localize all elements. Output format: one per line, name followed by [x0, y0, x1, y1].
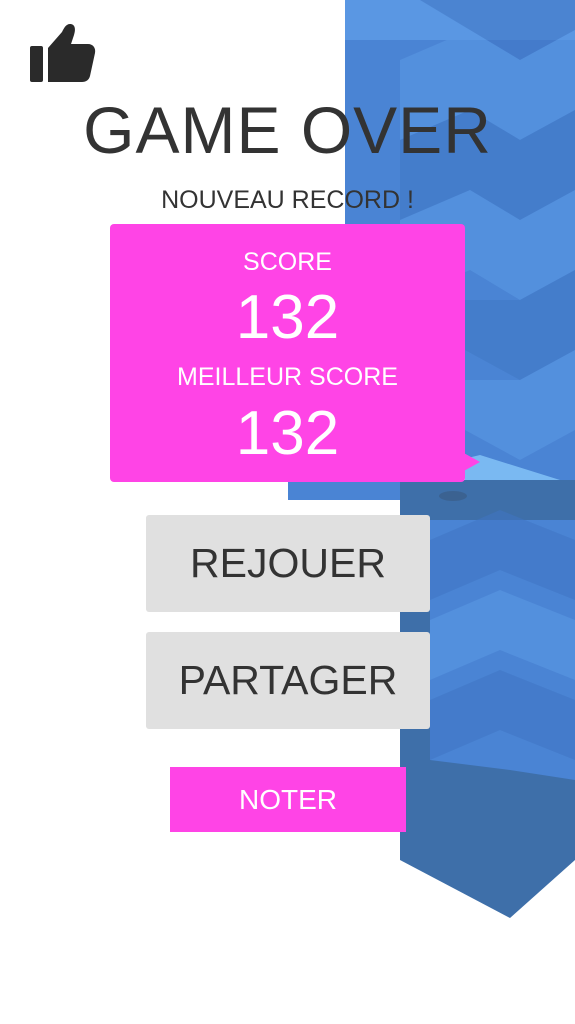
game-over-overlay: GAME OVER NOUVEAU RECORD ! SCORE 132 MEI… — [0, 0, 575, 1024]
game-over-title: GAME OVER — [83, 93, 492, 167]
score-value: 132 — [235, 283, 340, 352]
replay-button[interactable]: REJOUER — [146, 515, 430, 612]
best-score-value: 132 — [235, 399, 340, 468]
best-score-label: MEILLEUR SCORE — [177, 363, 398, 391]
score-panel: SCORE 132 MEILLEUR SCORE 132 — [110, 224, 465, 482]
new-record-label: NOUVEAU RECORD ! — [161, 186, 414, 214]
rate-button[interactable]: NOTER — [170, 767, 406, 832]
like-button[interactable] — [26, 20, 98, 86]
score-label: SCORE — [243, 248, 332, 276]
share-button[interactable]: PARTAGER — [146, 632, 430, 729]
thumbs-up-icon — [30, 24, 96, 82]
